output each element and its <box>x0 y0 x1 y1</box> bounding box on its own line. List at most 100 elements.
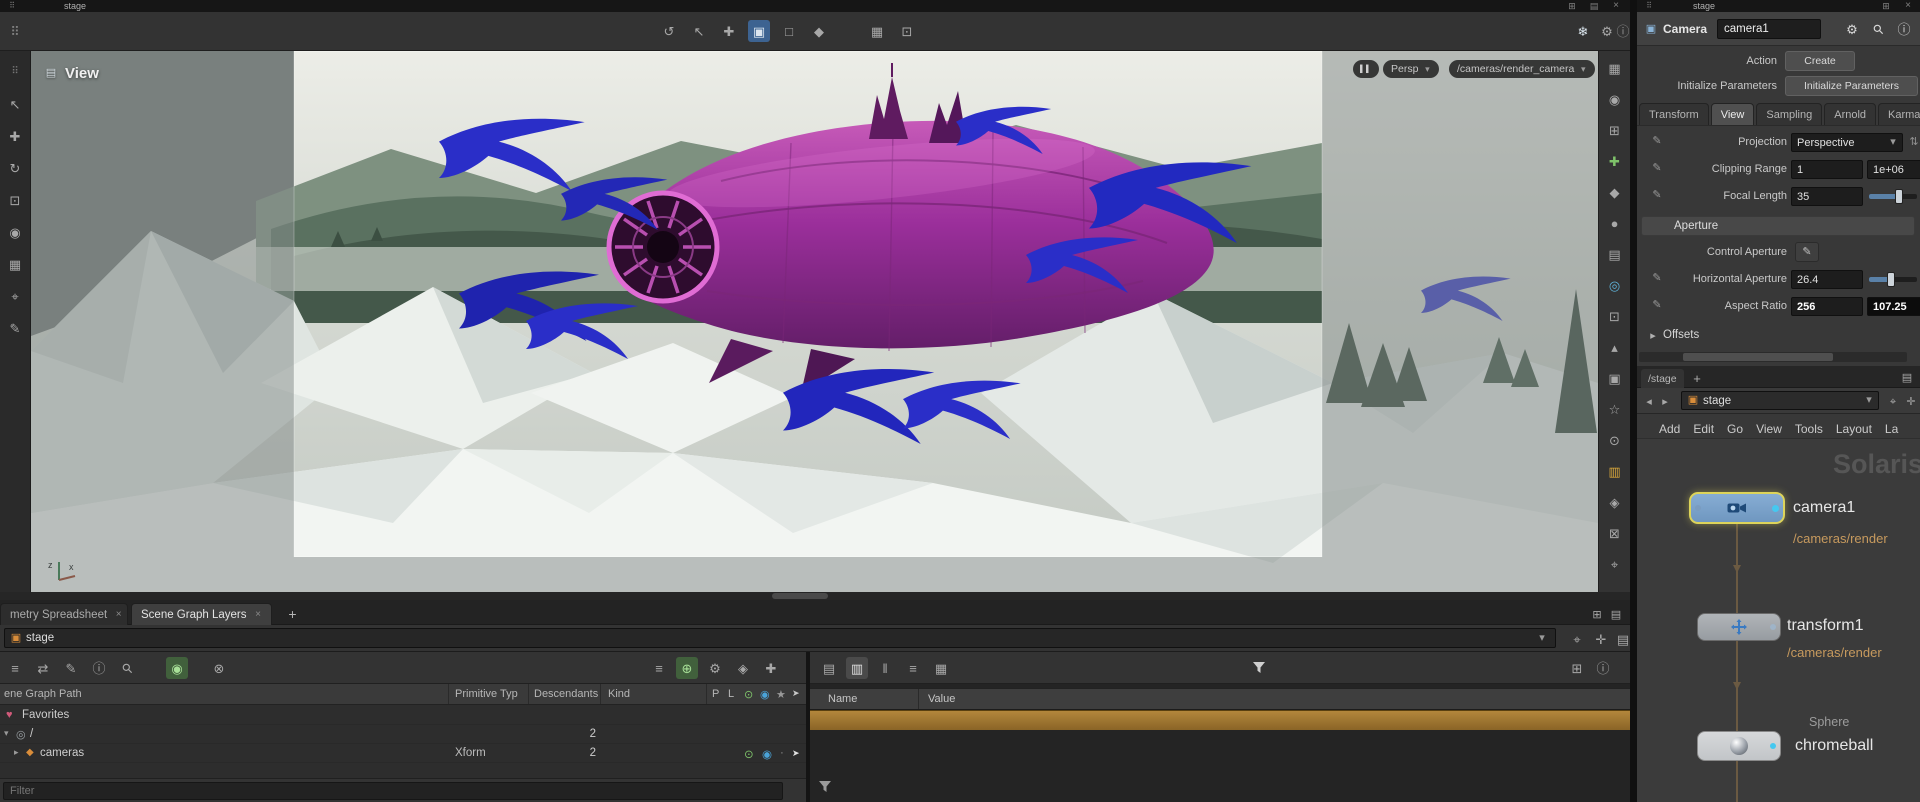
focal-length-slider[interactable] <box>1869 187 1917 206</box>
expand-arrow-icon[interactable]: ▸ <box>14 747 19 758</box>
clipping-far-field[interactable]: 1e+06 <box>1867 160 1920 179</box>
node-name-field[interactable] <box>1717 19 1821 39</box>
tab-scene-graph-layers[interactable]: Scene Graph Layers × <box>131 603 273 625</box>
list-view-icon[interactable]: ▤ <box>818 657 840 679</box>
menu-view-icon[interactable]: ≡ <box>902 657 924 679</box>
horizontal-aperture-slider[interactable] <box>1869 270 1917 289</box>
lens-icon[interactable]: ◎ <box>1604 274 1626 296</box>
snap-icon[interactable]: ◆ <box>808 20 830 42</box>
column-view-icon[interactable]: ▥ <box>846 657 868 679</box>
detail-header[interactable]: Name Value <box>810 688 1630 710</box>
tree-row-cameras[interactable]: ▸ ◆ cameras Xform 2 ⊙ ◉ · ➤ <box>0 744 806 763</box>
new-tab-button[interactable]: + <box>281 603 303 625</box>
menu-layout[interactable]: Layout <box>1836 422 1872 436</box>
activate-toggle-icon[interactable]: ⊙ <box>744 747 754 761</box>
geometry-dot-icon[interactable]: ● <box>1604 212 1626 234</box>
viewport[interactable]: ▤ View ▌▌ Persp ▾ /cameras/render_camera… <box>31 51 1598 592</box>
gear-icon[interactable]: ⚙ <box>1841 18 1863 40</box>
new-network-tab-button[interactable]: + <box>1689 370 1705 386</box>
grid-snap-icon[interactable]: ▦ <box>4 253 26 275</box>
horizontal-aperture-field[interactable]: 26.4 <box>1791 270 1863 289</box>
tab-arnold[interactable]: Arnold <box>1824 103 1877 125</box>
pause-button[interactable]: ▌▌ <box>1353 60 1379 78</box>
tab-view[interactable]: View <box>1710 103 1755 125</box>
network-node-dropdown[interactable]: ▣ stage ▾ <box>1681 391 1879 410</box>
viewport-hscrollbar[interactable] <box>0 592 1630 600</box>
pin-icon[interactable]: ⌖ <box>1885 394 1901 410</box>
network-canvas[interactable]: Solaris camera1 /cameras/render transfor… <box>1637 438 1920 802</box>
badge-icon[interactable]: ◈ <box>732 657 754 679</box>
tab-list-icon[interactable]: ⊞ <box>1589 607 1605 623</box>
split-view-icon[interactable]: ‖ <box>874 657 896 679</box>
tab-menu-icon[interactable]: ▤ <box>1608 607 1624 623</box>
material-icon[interactable]: ◆ <box>1604 181 1626 203</box>
select-tool-icon[interactable]: ↖ <box>688 20 710 42</box>
globe-icon[interactable]: ⊕ <box>676 657 698 679</box>
stage-path-field[interactable]: ▣ stage ▾ <box>4 628 1556 648</box>
display-flag[interactable] <box>1770 743 1776 749</box>
pane-separator[interactable] <box>1630 0 1637 802</box>
menu-edit[interactable]: Edit <box>1693 422 1714 436</box>
edit-mode-icon[interactable]: ✎ <box>4 317 26 339</box>
frame-icon[interactable]: ⊡ <box>1604 305 1626 327</box>
bypass-flag[interactable] <box>1695 505 1701 511</box>
scene-graph-header[interactable]: ene Graph Path Primitive Typ Descendants… <box>0 684 806 705</box>
pin-icon[interactable]: ⌖ <box>1566 628 1588 650</box>
box-display-icon[interactable]: ⊠ <box>1604 522 1626 544</box>
tab-geometry-spreadsheet[interactable]: metry Spreadsheet × <box>0 603 128 625</box>
expand-arrow-icon[interactable]: ▾ <box>4 728 9 739</box>
strip-grip-icon[interactable]: ⠿ <box>4 61 26 83</box>
visibility-toggle-icon[interactable]: ◉ <box>762 747 772 761</box>
menu-clipped[interactable]: La <box>1885 422 1898 436</box>
menu-go[interactable]: Go <box>1727 422 1743 436</box>
target-display-icon[interactable]: ⌖ <box>1604 553 1626 575</box>
snowflake-icon[interactable]: ❄ <box>1572 20 1594 42</box>
render-region-icon[interactable]: ▦ <box>866 20 888 42</box>
copy-parameters-icon[interactable]: ⊞ <box>1566 657 1588 679</box>
display-flag[interactable] <box>1770 624 1776 630</box>
list-menu-icon[interactable]: ≡ <box>4 657 26 679</box>
geometry-select-icon[interactable]: ▣ <box>748 20 770 42</box>
add-light-icon[interactable]: ✚ <box>1604 150 1626 172</box>
columns-toggle-icon[interactable]: ▥ <box>1604 460 1626 482</box>
forward-arrow-icon[interactable]: ▸ <box>1657 394 1673 410</box>
node-transform1[interactable] <box>1697 613 1781 641</box>
edit-pencil-icon[interactable]: ✎ <box>60 657 82 679</box>
camera-toolbar-icon[interactable]: ⊡ <box>896 20 918 42</box>
pane-layout-icon[interactable]: ▤ <box>1604 243 1626 265</box>
menu-tools[interactable]: Tools <box>1795 422 1823 436</box>
display-node-icon[interactable]: ▣ <box>1604 367 1626 389</box>
star-toggle-icon[interactable]: ☆ <box>1604 398 1626 420</box>
search-icon[interactable]: ⚲ <box>111 652 142 683</box>
selection-mask-icon[interactable]: ◉ <box>4 221 26 243</box>
node-chromeball[interactable] <box>1697 731 1781 761</box>
box-select-icon[interactable]: □ <box>778 20 800 42</box>
gem-icon[interactable]: ◈ <box>1604 491 1626 513</box>
search-icon[interactable]: ⚲ <box>1862 13 1893 44</box>
filter-funnel-icon[interactable] <box>818 780 832 793</box>
rotate-tool-icon[interactable]: ↻ <box>4 157 26 179</box>
show-handles-icon[interactable]: ✚ <box>4 125 26 147</box>
offsets-section-label[interactable]: Offsets <box>1663 329 1699 341</box>
filter-input[interactable] <box>3 782 783 800</box>
display-flag[interactable] <box>1772 505 1779 512</box>
selected-row[interactable] <box>810 710 1630 730</box>
value-ladder-icon[interactable]: ⇅ <box>1906 134 1920 150</box>
param-hscrollbar[interactable] <box>1639 352 1907 362</box>
help-icon[interactable]: ⓘ <box>1592 657 1614 679</box>
move-tool-icon[interactable]: ✚ <box>718 20 740 42</box>
menu-add[interactable]: Add <box>1659 422 1680 436</box>
grid-toggle-icon[interactable]: ⊞ <box>1604 119 1626 141</box>
gear-star-icon[interactable]: ⚙ <box>704 657 726 679</box>
collapse-arrow-icon[interactable]: ▸ <box>1645 328 1661 344</box>
pane-grip-icon[interactable]: ⠿ <box>4 20 26 42</box>
aspect-ratio-field[interactable]: 256 <box>1791 297 1863 316</box>
control-aperture-edit-button[interactable]: ✎ <box>1795 242 1819 262</box>
scrollbar-handle[interactable] <box>772 593 828 599</box>
scrollbar-handle[interactable] <box>1683 353 1833 361</box>
tree-row-favorites[interactable]: ♥ Favorites <box>0 706 806 725</box>
hierarchy-icon[interactable]: ≡ <box>648 657 670 679</box>
tab-transform[interactable]: Transform <box>1639 103 1709 125</box>
close-icon[interactable]: × <box>114 607 123 623</box>
pane-menu-icon[interactable]: ▤ <box>1899 370 1915 386</box>
